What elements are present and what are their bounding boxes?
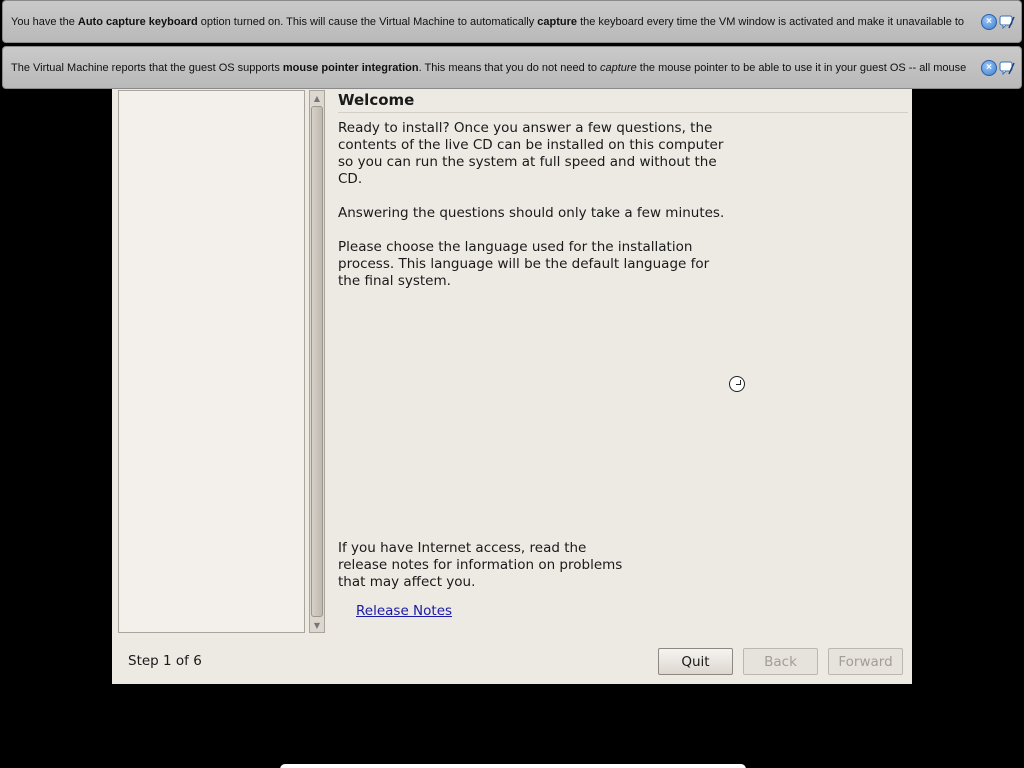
side-panel-scrollbar[interactable]: ▲ ▼ — [309, 90, 325, 633]
intro-paragraph: Ready to install? Once you answer a few … — [338, 120, 724, 187]
installer-footer: Step 1 of 6 Quit Back Forward — [112, 634, 912, 684]
banner-text-segment: option turned on. This will cause the Vi… — [197, 15, 538, 28]
quit-button[interactable]: Quit — [658, 648, 733, 675]
step-indicator: Step 1 of 6 — [128, 653, 202, 669]
banner-message: You have the Auto capture keyboard optio… — [11, 16, 981, 28]
banner-message: The Virtual Machine reports that the gue… — [11, 62, 981, 74]
auto-capture-keyboard-banner: You have the Auto capture keyboard optio… — [2, 0, 1022, 43]
installer-window: ▲ ▼ Welcome Ready to install? Once you a… — [112, 89, 912, 684]
banner-text-segment: capture — [600, 61, 637, 74]
close-icon[interactable]: × — [981, 59, 997, 76]
close-icon[interactable]: × — [981, 13, 997, 30]
message-icon[interactable] — [999, 14, 1017, 30]
banner-text-segment: . This means that you do not need to — [418, 61, 600, 74]
page-title: Welcome — [338, 89, 908, 113]
release-notes-link[interactable]: Release Notes — [356, 603, 452, 619]
banner-text-segment: capture — [537, 15, 578, 28]
scroll-up-arrow-icon[interactable]: ▲ — [310, 91, 324, 105]
busy-cursor-icon — [729, 376, 745, 392]
side-panel — [118, 90, 305, 633]
message-icon[interactable] — [999, 60, 1017, 76]
forward-button[interactable]: Forward — [828, 648, 903, 675]
banner-text-segment: the keyboard every time the VM window is… — [577, 15, 965, 28]
mouse-integration-banner: The Virtual Machine reports that the gue… — [2, 46, 1022, 89]
back-button[interactable]: Back — [743, 648, 818, 675]
banner-text-segment: You have the — [11, 15, 78, 28]
scroll-thumb[interactable] — [311, 106, 323, 617]
bottom-bar — [280, 764, 746, 768]
duration-paragraph: Answering the questions should only take… — [338, 205, 725, 221]
banner-text-segment: The Virtual Machine reports that the gue… — [11, 61, 283, 74]
release-notes-paragraph: If you have Internet access, read the re… — [338, 540, 623, 590]
banner-text-segment: the mouse pointer to be able to use it i… — [636, 61, 967, 74]
scroll-down-arrow-icon[interactable]: ▼ — [310, 618, 324, 632]
banner-text-segment: mouse pointer integration — [282, 61, 419, 74]
welcome-content: Welcome Ready to install? Once you answe… — [338, 89, 908, 634]
banner-text-segment: Auto capture keyboard — [77, 15, 198, 28]
language-paragraph: Please choose the language used for the … — [338, 239, 710, 289]
